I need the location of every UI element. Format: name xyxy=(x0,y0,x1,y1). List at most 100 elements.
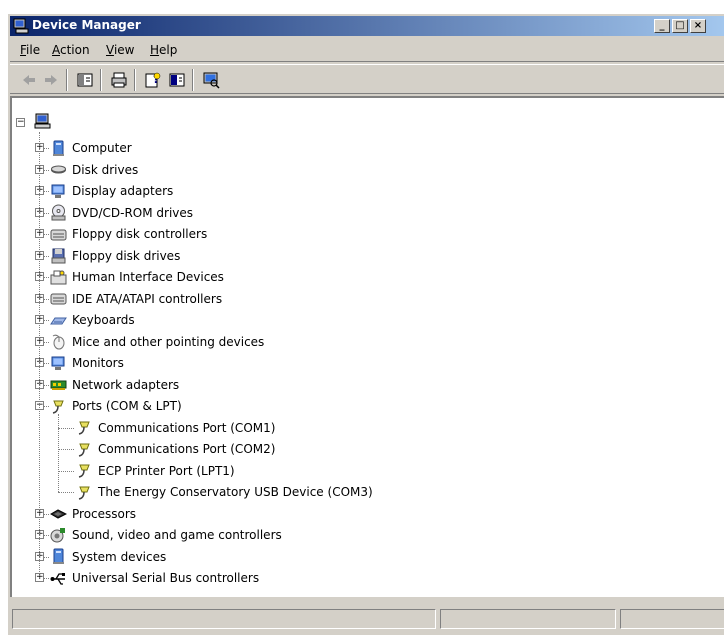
computer-root-icon[interactable] xyxy=(34,112,52,130)
usb-icon xyxy=(50,572,65,585)
tree-category-item[interactable]: IDE ATA/ATAPI controllers xyxy=(50,289,222,309)
device-tree[interactable]: − + Computer + Disk drives + Display adapters… xyxy=(10,96,724,597)
tree-item-label: Network adapters xyxy=(72,377,180,392)
minimize-button[interactable]: _ xyxy=(654,19,670,33)
device-manager-icon xyxy=(13,18,29,34)
tree-item-label: Mice and other pointing devices xyxy=(72,334,265,349)
tree-category-item[interactable]: Disk drives xyxy=(50,160,138,180)
floppy-controller-icon xyxy=(50,229,67,240)
tree-item-label: Disk drives xyxy=(72,162,139,177)
tree-item-label: Ports (COM & LPT) xyxy=(72,399,182,413)
tree-connector xyxy=(58,492,74,493)
tree-item-label: Floppy disk drives xyxy=(72,248,181,263)
toolbar-separator xyxy=(100,69,102,91)
tree-category-item[interactable]: Sound, video and game controllers xyxy=(50,525,282,545)
tree-category-item[interactable]: Network adapters xyxy=(50,375,179,395)
window-title: Device Manager xyxy=(32,18,141,32)
tree-category-item[interactable]: Mice and other pointing devices xyxy=(50,332,264,352)
monitor-icon xyxy=(51,356,65,370)
toolbar-separator xyxy=(134,69,136,91)
scan-hardware-icon[interactable] xyxy=(202,71,220,89)
tree-device-item[interactable]: ECP Printer Port (LPT1) xyxy=(76,461,235,481)
disk-drive-icon xyxy=(51,165,66,174)
back-arrow-icon[interactable] xyxy=(20,71,38,89)
tree-category-item[interactable]: Computer xyxy=(50,138,132,158)
port-icon xyxy=(78,464,90,478)
status-cell-secondary xyxy=(440,609,616,629)
tree-category-item[interactable]: Floppy disk drives xyxy=(50,246,180,266)
forward-arrow-icon[interactable] xyxy=(42,71,60,89)
tree-item-label: Processors xyxy=(72,506,137,521)
tree-category-item[interactable]: Ports (COM & LPT) xyxy=(50,396,182,416)
tree-category-item[interactable]: System devices xyxy=(50,547,166,567)
tree-device-item[interactable]: The Energy Conservatory USB Device (COM3… xyxy=(76,482,373,502)
hid-icon xyxy=(50,270,67,284)
network-adapter-icon xyxy=(50,380,67,390)
help-icon[interactable]: ? xyxy=(144,71,162,89)
tree-category-item[interactable]: DVD/CD-ROM drives xyxy=(50,203,193,223)
tree-device-item[interactable]: Communications Port (COM2) xyxy=(76,439,275,459)
tree-category-item[interactable]: Human Interface Devices xyxy=(50,267,224,287)
tree-item-label: System devices xyxy=(72,549,167,564)
status-bar xyxy=(10,607,724,631)
tree-item-label: ECP Printer Port (LPT1) xyxy=(98,463,235,478)
port-icon xyxy=(78,486,90,500)
maximize-button[interactable]: □ xyxy=(672,19,688,33)
properties-icon[interactable] xyxy=(76,71,94,89)
port-icon xyxy=(52,400,64,414)
sound-icon xyxy=(50,527,65,542)
display-adapter-icon xyxy=(51,184,65,198)
tree-category-item[interactable]: Keyboards xyxy=(50,310,135,330)
menu-file[interactable]: File xyxy=(20,43,40,57)
floppy-drive-icon xyxy=(51,248,66,264)
tree-connector xyxy=(58,449,74,450)
tree-category-item[interactable]: Monitors xyxy=(50,353,124,373)
mouse-icon xyxy=(52,334,65,350)
device-manager-window: Device Manager _ □ × File Action View He… xyxy=(7,13,724,635)
menu-action[interactable]: Action xyxy=(52,43,90,57)
status-cell-main xyxy=(12,609,436,629)
computer-icon xyxy=(53,140,64,156)
title-bar[interactable]: Device Manager _ □ × xyxy=(10,16,724,36)
tree-item-label: IDE ATA/ATAPI controllers xyxy=(72,291,223,306)
root-collapse-toggle[interactable]: − xyxy=(16,118,25,127)
tree-item-label: Floppy disk controllers xyxy=(72,227,208,241)
tree-item-label: Universal Serial Bus controllers xyxy=(72,571,260,585)
toolbar: ? xyxy=(10,64,724,94)
tree-category-item[interactable]: Display adapters xyxy=(50,181,173,201)
tree-connector xyxy=(58,427,74,429)
tree-item-label: Communications Port (COM2) xyxy=(98,442,276,456)
menu-help[interactable]: Help xyxy=(150,43,177,57)
menu-view[interactable]: View xyxy=(106,43,134,57)
tree-item-label: Communications Port (COM1) xyxy=(98,420,276,435)
console-tree-icon[interactable] xyxy=(168,71,186,89)
toolbar-separator xyxy=(192,69,194,91)
port-icon xyxy=(78,443,90,457)
print-icon[interactable] xyxy=(110,71,128,89)
ide-controller-icon xyxy=(50,293,67,305)
port-icon xyxy=(78,421,90,435)
status-cell-tertiary xyxy=(620,609,724,629)
tree-item-label: DVD/CD-ROM drives xyxy=(72,205,194,220)
tree-item-label: Display adapters xyxy=(72,184,174,198)
menu-bar: File Action View Help xyxy=(10,38,724,62)
tree-item-label: The Energy Conservatory USB Device (COM3… xyxy=(98,485,373,499)
tree-device-item[interactable]: Communications Port (COM1) xyxy=(76,418,275,438)
close-button[interactable]: × xyxy=(690,19,706,33)
tree-connector xyxy=(58,470,74,472)
cdrom-icon xyxy=(51,204,66,221)
keyboard-icon xyxy=(50,317,67,324)
tree-item-label: Keyboards xyxy=(72,313,135,327)
processor-icon xyxy=(50,509,67,519)
tree-item-label: Computer xyxy=(72,141,132,155)
tree-item-label: Monitors xyxy=(72,356,124,370)
tree-connector xyxy=(39,132,40,578)
toolbar-separator xyxy=(66,69,68,91)
tree-category-item[interactable]: Processors xyxy=(50,504,136,524)
tree-item-label: Human Interface Devices xyxy=(72,270,224,284)
tree-category-item[interactable]: Floppy disk controllers xyxy=(50,224,207,244)
system-device-icon xyxy=(53,548,64,564)
tree-item-label: Sound, video and game controllers xyxy=(72,528,282,542)
tree-connector xyxy=(58,414,59,492)
tree-category-item[interactable]: Universal Serial Bus controllers xyxy=(50,568,259,588)
